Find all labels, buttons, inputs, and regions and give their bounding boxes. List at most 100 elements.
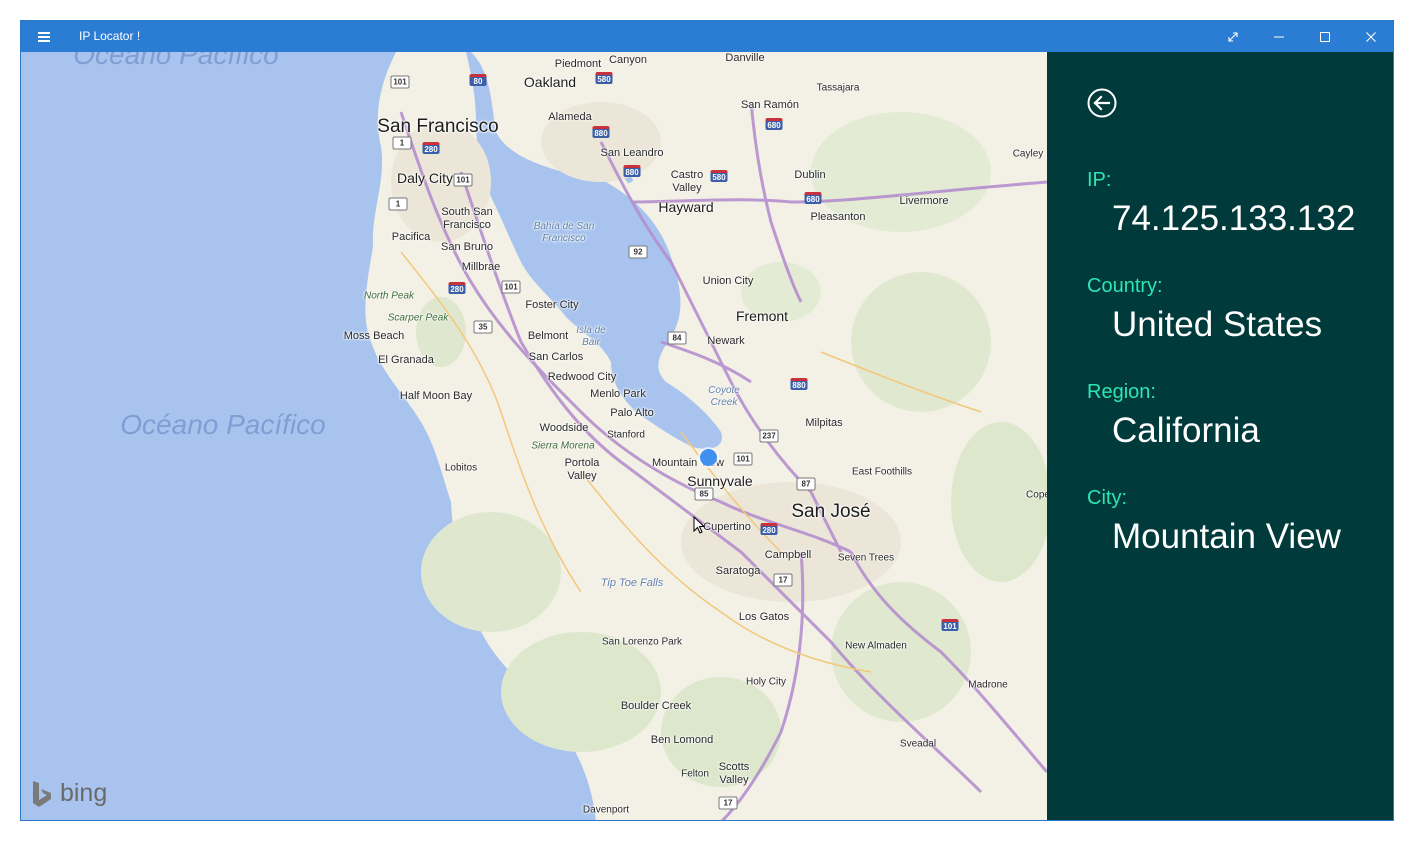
- map-label-pacifica: Pacifica: [391, 231, 431, 243]
- highway-shield: 580: [710, 170, 728, 182]
- map-label-woodside: Woodside: [539, 422, 589, 434]
- map-label-hayward: Hayward: [658, 199, 714, 215]
- map-label-holy-city: Holy City: [745, 676, 787, 688]
- highway-shield: 84: [667, 331, 687, 345]
- map-label-belmont: Belmont: [527, 330, 569, 342]
- map-view[interactable]: Océano Pacífico Océano Pacífico San Fran…: [21, 52, 1047, 820]
- maximize-button[interactable]: [1302, 21, 1348, 52]
- map-label-fremont: Fremont: [735, 308, 789, 324]
- minimize-icon: [1274, 36, 1284, 38]
- map-label-east-foothills: East Foothills: [851, 466, 913, 478]
- region-label: Region:: [1087, 381, 1156, 403]
- bing-logo: bing: [31, 779, 107, 808]
- map-label-cayley: Cayley: [1012, 148, 1044, 160]
- highway-shield: 101: [390, 75, 410, 89]
- map-label-tip-toe-falls: Tip Toe Falls: [600, 577, 664, 589]
- map-label-stanford: Stanford: [607, 429, 645, 441]
- map-label-newark: Newark: [707, 335, 745, 347]
- maximize-icon: [1320, 32, 1330, 42]
- map-label-isla-de-bair: Isla de Bair: [576, 325, 606, 348]
- map-label-redwood-city: Redwood City: [547, 371, 617, 383]
- map-label-danville: Danville: [725, 52, 765, 64]
- map-label-south-san-francisco: South San Francisco: [441, 206, 493, 231]
- app-window: IP Locator ! Océano Pacífico Océano Pací…: [20, 20, 1394, 821]
- highway-shield: 580: [595, 72, 613, 84]
- map-label-millbrae: Millbrae: [461, 261, 501, 273]
- back-button[interactable]: [1087, 88, 1117, 118]
- map-label-cupertino: Cupertino: [703, 521, 751, 533]
- window-title: IP Locator !: [79, 29, 141, 43]
- minimize-button[interactable]: [1256, 21, 1302, 52]
- map-label-campbell: Campbell: [764, 549, 812, 561]
- map-label-san-lorenzo-park: San Lorenzo Park: [601, 636, 683, 648]
- highway-shield: 880: [790, 378, 808, 390]
- highway-shield: 280: [422, 142, 440, 154]
- highway-shield: 880: [592, 126, 610, 138]
- bing-wordmark: bing: [59, 779, 108, 807]
- map-label-los-gatos: Los Gatos: [738, 611, 790, 623]
- region-value: California: [1112, 411, 1260, 450]
- map-label-pleasanton: Pleasanton: [810, 211, 866, 223]
- map-label-san-francisco: San Francisco: [377, 116, 499, 137]
- map-label-san-bruno: San Bruno: [441, 241, 493, 253]
- highway-shield: 101: [501, 280, 521, 294]
- map-label-tassajara: Tassajara: [816, 82, 860, 94]
- highway-shield: 280: [448, 282, 466, 294]
- map-label-bahia: Bahía de San Francisco: [533, 221, 595, 244]
- map-label-foster-city: Foster City: [525, 299, 579, 311]
- title-bar[interactable]: IP Locator !: [21, 21, 1393, 52]
- map-label-scarper-peak: Scarper Peak: [387, 312, 449, 324]
- map-label-canyon: Canyon: [609, 54, 647, 66]
- expand-button[interactable]: [1210, 21, 1256, 52]
- map-label-piedmont: Piedmont: [554, 58, 602, 70]
- highway-shield: 680: [765, 118, 783, 130]
- map-label-castro-valley: Castro Valley: [670, 169, 704, 194]
- map-label-copernicus: Cope: [1026, 489, 1047, 501]
- highway-shield: 880: [623, 165, 641, 177]
- city-value: Mountain View: [1112, 517, 1341, 556]
- map-label-seven-trees: Seven Trees: [837, 552, 895, 564]
- ip-label: IP:: [1087, 169, 1112, 191]
- highway-shield: 237: [759, 429, 779, 443]
- map-label-felton: Felton: [681, 768, 709, 780]
- highway-shield: 80: [469, 74, 487, 86]
- map-label-sveadal: Sveadal: [899, 738, 937, 750]
- map-label-alameda: Alameda: [548, 111, 592, 123]
- map-label-portola-valley: Portola Valley: [564, 457, 600, 482]
- map-label-oakland: Oakland: [523, 74, 577, 90]
- close-button[interactable]: [1348, 21, 1393, 52]
- country-label: Country:: [1087, 275, 1163, 297]
- map-label-moss-beach: Moss Beach: [343, 330, 405, 342]
- highway-shield: 92: [628, 245, 648, 259]
- map-label-coyote-creek: Coyote Creek: [708, 385, 740, 408]
- map-label-dublin: Dublin: [794, 169, 826, 181]
- map-label-boulder-creek: Boulder Creek: [620, 700, 692, 712]
- highway-shield: 101: [941, 619, 959, 631]
- map-label-san-leandro: San Leandro: [600, 147, 664, 159]
- map-label-half-moon-bay: Half Moon Bay: [399, 390, 473, 402]
- map-label-daly-city: Daly City: [396, 170, 454, 186]
- map-label-san-ramon: San Ramón: [740, 99, 800, 111]
- map-label-union-city: Union City: [702, 275, 754, 287]
- location-marker[interactable]: [700, 449, 717, 466]
- country-value: United States: [1112, 305, 1323, 344]
- map-label-milpitas: Milpitas: [805, 417, 843, 429]
- close-icon: [1366, 32, 1376, 42]
- highway-shield: 1: [392, 136, 412, 150]
- highway-shield: 35: [473, 320, 493, 334]
- map-label-san-carlos: San Carlos: [528, 351, 584, 363]
- highway-shield: 280: [760, 523, 778, 535]
- map-label-menlo-park: Menlo Park: [590, 388, 646, 400]
- mouse-cursor-icon: [693, 516, 705, 534]
- map-label-scotts-valley: Scotts Valley: [718, 761, 750, 786]
- highway-shield: 101: [733, 452, 753, 466]
- highway-shield: 17: [773, 573, 793, 587]
- hamburger-menu-icon[interactable]: [33, 29, 55, 45]
- map-label-madrone: Madrone: [968, 679, 1008, 691]
- map-label-lobitos: Lobitos: [444, 462, 478, 474]
- map-label-davenport: Davenport: [582, 804, 630, 816]
- map-label-new-almaden: New Almaden: [845, 640, 907, 652]
- expand-icon: [1228, 32, 1238, 42]
- map-label-north-peak: North Peak: [363, 290, 415, 302]
- map-label-palo-alto: Palo Alto: [610, 407, 654, 419]
